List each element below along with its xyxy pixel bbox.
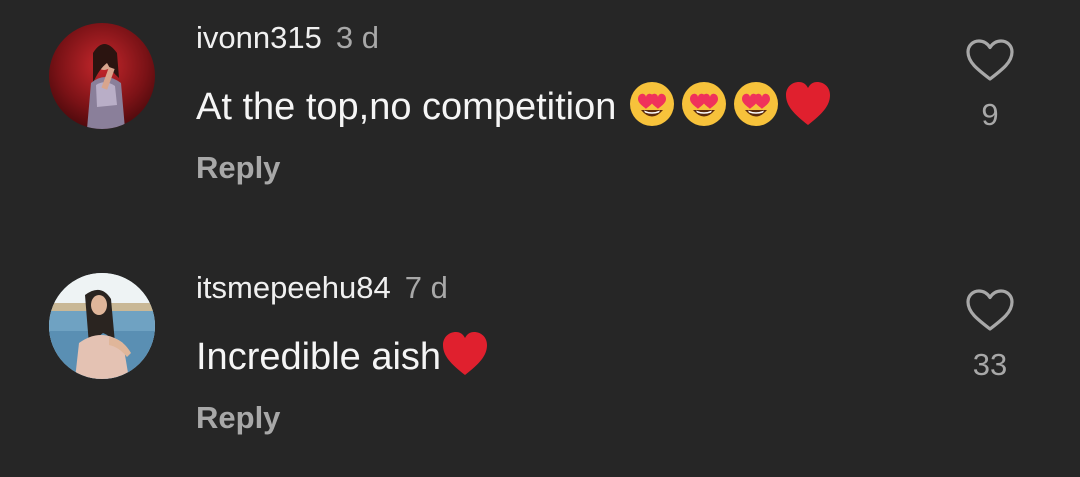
emoji-group (441, 331, 493, 387)
username[interactable]: ivonn315 (196, 20, 322, 55)
avatar[interactable] (49, 273, 155, 379)
like-button[interactable] (965, 288, 1015, 333)
avatar-image (49, 273, 155, 379)
like-count: 9 (981, 97, 999, 132)
timestamp: 3 d (335, 20, 379, 55)
emoji-group (628, 80, 836, 138)
comment-header: itsmepeehu84 7 d (196, 270, 448, 306)
comment-text: At the top,no competition (196, 80, 836, 138)
like-count: 33 (972, 347, 1008, 382)
timestamp: 7 d (404, 270, 448, 305)
heart-eyes-emoji (628, 80, 676, 138)
heart-outline-icon (966, 289, 1014, 331)
red-heart-emoji (784, 81, 832, 137)
comment-text-body: Incredible aish (196, 336, 442, 379)
comment-item: ivonn315 3 d At the top,no competition R… (0, 0, 1080, 230)
comment-header: ivonn315 3 d (196, 20, 379, 56)
avatar[interactable] (49, 23, 155, 129)
username[interactable]: itsmepeehu84 (196, 270, 391, 305)
avatar-image (49, 23, 155, 129)
comment-item: itsmepeehu84 7 d Incredible aish Reply 33 (0, 252, 1080, 477)
red-heart-emoji (441, 331, 489, 387)
heart-eyes-emoji (680, 80, 728, 138)
comment-text: Incredible aish (196, 331, 493, 387)
comment-text-body: At the top,no competition (196, 86, 617, 129)
heart-outline-icon (966, 39, 1014, 81)
heart-eyes-emoji (732, 80, 780, 138)
like-button[interactable] (965, 38, 1015, 83)
reply-button[interactable]: Reply (196, 400, 280, 436)
reply-button[interactable]: Reply (196, 150, 280, 186)
